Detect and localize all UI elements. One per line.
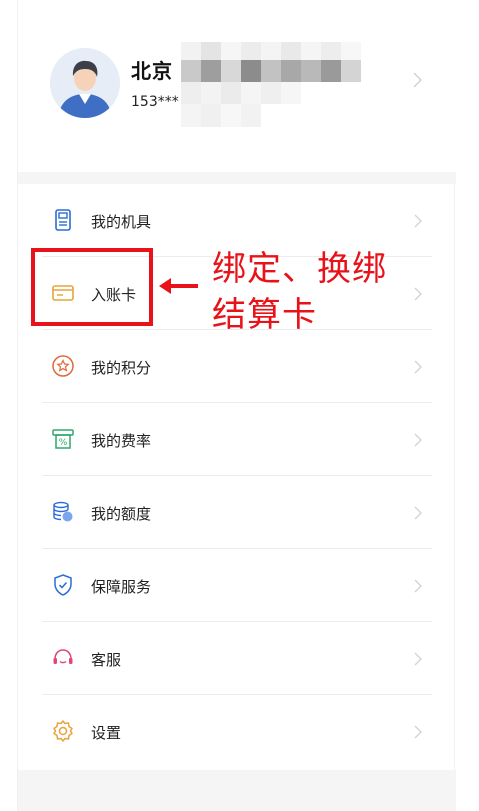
section-divider xyxy=(18,172,456,184)
privacy-blur-mask xyxy=(181,42,361,127)
svg-text:%: % xyxy=(59,438,68,448)
gear-icon xyxy=(51,719,75,743)
arrow-left-icon xyxy=(158,275,200,301)
menu-item-my-rate[interactable]: % 我的费率 xyxy=(18,403,456,476)
menu-item-label: 我的额度 xyxy=(91,505,152,523)
menu-item-label: 保障服务 xyxy=(91,578,152,596)
chevron-right-icon xyxy=(413,72,422,92)
user-name: 北京 xyxy=(131,59,173,83)
profile-header[interactable]: 北京 153*** xyxy=(18,0,456,172)
annotation-text: 绑定、换绑 结算卡 xyxy=(212,246,452,338)
menu-item-customer-service[interactable]: 客服 xyxy=(18,622,456,695)
device-icon xyxy=(51,208,75,232)
menu-item-my-quota[interactable]: 我的额度 xyxy=(18,476,456,549)
chevron-right-icon xyxy=(414,359,422,378)
chevron-right-icon xyxy=(414,505,422,524)
chevron-right-icon xyxy=(414,578,422,597)
menu-item-label: 我的积分 xyxy=(91,359,152,377)
bottom-spacer xyxy=(18,770,456,811)
menu-item-settings[interactable]: 设置 xyxy=(18,695,456,768)
menu-item-label: 客服 xyxy=(91,651,122,669)
avatar[interactable] xyxy=(50,48,120,118)
highlight-box xyxy=(31,248,153,326)
menu-item-label: 我的机具 xyxy=(91,213,152,231)
headset-icon xyxy=(51,646,75,670)
chevron-right-icon xyxy=(414,724,422,743)
chevron-right-icon xyxy=(414,213,422,232)
chevron-right-icon xyxy=(414,651,422,670)
menu-item-label: 设置 xyxy=(91,724,122,742)
chevron-right-icon xyxy=(414,432,422,451)
phone-screen: 北京 153*** 我的机具 入账卡 我的积分 % 我的费率 我的额度 保障服务… xyxy=(17,0,456,811)
menu-item-protection-service[interactable]: 保障服务 xyxy=(18,549,456,622)
annotation-line-2: 结算卡 xyxy=(212,295,317,335)
shield-icon xyxy=(51,573,75,597)
annotation-line-1: 绑定、换绑 xyxy=(212,249,387,289)
star-icon xyxy=(51,354,75,378)
user-phone: 153*** xyxy=(131,94,179,110)
coins-icon xyxy=(51,500,75,524)
rate-icon: % xyxy=(51,427,75,451)
menu-item-my-points[interactable]: 我的积分 xyxy=(18,330,456,403)
menu-item-label: 我的费率 xyxy=(91,432,152,450)
